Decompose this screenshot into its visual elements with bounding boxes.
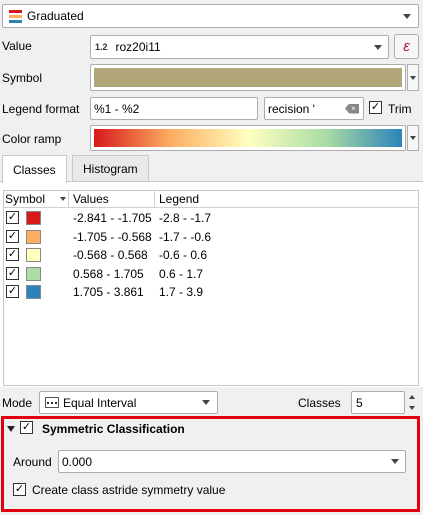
- column-separator: [68, 191, 69, 208]
- legend-format-value: %1 - %2: [94, 101, 140, 116]
- symmetric-title: Symmetric Classification: [42, 422, 185, 436]
- tab-classes[interactable]: Classes: [2, 155, 67, 183]
- class-color-swatch[interactable]: [26, 211, 41, 225]
- class-color-swatch[interactable]: [26, 229, 41, 244]
- mode-combo[interactable]: Equal Interval: [39, 391, 218, 414]
- value-field-name: roz20i11: [115, 40, 161, 54]
- tab-classes-label: Classes: [13, 162, 56, 177]
- chevron-down-icon: [385, 451, 405, 472]
- symmetric-checkbox[interactable]: ✓: [20, 421, 33, 434]
- header-values[interactable]: Values: [73, 192, 109, 206]
- precision-text: recision ': [268, 101, 315, 116]
- table-row[interactable]: ✓ 1.705 - 3.861 1.7 - 3.9: [4, 283, 418, 301]
- around-label: Around: [13, 455, 52, 469]
- sort-chevron-icon: [60, 197, 66, 201]
- graduated-icon: [9, 9, 22, 23]
- class-legend: 1.7 - 3.9: [159, 285, 204, 299]
- header-symbol[interactable]: Symbol: [5, 192, 45, 206]
- symbol-color-swatch: [94, 68, 402, 87]
- chevron-down-icon: [409, 406, 415, 411]
- legend-format-label: Legend format: [2, 102, 80, 116]
- precision-spinbox[interactable]: recision ' ×: [264, 97, 364, 120]
- around-combo[interactable]: 0.000: [58, 450, 406, 473]
- symbol-dropdown-button[interactable]: [407, 64, 419, 91]
- expression-icon: ε: [403, 38, 410, 55]
- color-ramp-preview: [94, 129, 402, 147]
- trim-label: Trim: [388, 102, 412, 116]
- chevron-down-icon: [410, 136, 416, 140]
- chevron-up-icon: [409, 394, 415, 399]
- legend-format-input[interactable]: %1 - %2: [90, 97, 258, 120]
- clear-icon[interactable]: ×: [345, 103, 359, 114]
- tab-histogram[interactable]: Histogram: [72, 155, 149, 182]
- astride-checkbox[interactable]: ✓: [13, 483, 26, 496]
- check-icon[interactable]: ✓: [6, 248, 19, 261]
- mode-value: Equal Interval: [63, 395, 137, 410]
- class-legend: -1.7 - -0.6: [159, 229, 212, 244]
- check-icon[interactable]: ✓: [6, 229, 19, 243]
- around-value: 0.000: [62, 454, 93, 469]
- table-row[interactable]: ✓ -1.705 - -0.568 -1.7 - -0.6: [4, 228, 418, 246]
- class-color-swatch[interactable]: [26, 248, 41, 262]
- check-icon: ✓: [369, 101, 382, 114]
- class-values: 0.568 - 1.705: [73, 266, 144, 281]
- renderer-label: Graduated: [27, 9, 84, 23]
- chevron-down-icon: [195, 392, 217, 413]
- classes-count-value: 5: [356, 395, 363, 410]
- table-row[interactable]: ✓ -2.841 - -1.705 -2.8 - -1.7: [4, 209, 418, 227]
- expression-button[interactable]: ε: [394, 34, 419, 59]
- class-color-swatch[interactable]: [26, 285, 41, 299]
- renderer-combo[interactable]: Graduated: [2, 4, 419, 28]
- check-icon[interactable]: ✓: [6, 285, 19, 298]
- class-legend: -2.8 - -1.7: [159, 211, 212, 225]
- class-legend: -0.6 - 0.6: [159, 248, 208, 262]
- class-legend: 0.6 - 1.7: [159, 266, 204, 281]
- chevron-down-icon: [368, 36, 388, 58]
- column-separator: [154, 191, 155, 208]
- table-row[interactable]: ✓ -0.568 - 0.568 -0.6 - 0.6: [4, 246, 418, 264]
- class-values: -1.705 - -0.568: [73, 229, 152, 244]
- table-header: Symbol Values Legend: [4, 191, 418, 208]
- value-label: Value: [2, 39, 32, 53]
- class-values: 1.705 - 3.861: [73, 285, 144, 299]
- check-icon[interactable]: ✓: [6, 211, 19, 224]
- class-values: -0.568 - 0.568: [73, 248, 148, 262]
- classes-stepper[interactable]: [406, 391, 418, 414]
- color-ramp-button[interactable]: [90, 125, 406, 151]
- equal-interval-icon: [45, 397, 59, 408]
- trim-checkbox[interactable]: ✓: [369, 101, 382, 114]
- class-color-swatch[interactable]: [26, 266, 41, 281]
- symbol-button[interactable]: [90, 64, 406, 91]
- check-icon: ✓: [20, 421, 33, 434]
- color-ramp-label: Color ramp: [2, 132, 62, 146]
- chevron-down-icon: [396, 5, 418, 27]
- check-icon[interactable]: ✓: [6, 266, 19, 280]
- classes-count-label: Classes: [298, 396, 341, 410]
- symbol-label: Symbol: [2, 71, 43, 85]
- field-type-badge: 1.2: [95, 42, 108, 52]
- check-icon: ✓: [13, 483, 26, 496]
- header-legend[interactable]: Legend: [159, 192, 199, 206]
- tab-histogram-label: Histogram: [83, 162, 138, 176]
- color-ramp-dropdown-button[interactable]: [407, 125, 419, 151]
- value-field-combo[interactable]: 1.2 roz20i11: [90, 35, 389, 59]
- collapse-triangle-icon[interactable]: [7, 426, 15, 432]
- mode-label: Mode: [2, 396, 33, 410]
- class-values: -2.841 - -1.705: [73, 211, 152, 225]
- classes-spinbox[interactable]: 5: [351, 391, 405, 414]
- chevron-down-icon: [410, 75, 416, 80]
- astride-label: Create class astride symmetry value: [32, 483, 226, 497]
- table-row[interactable]: ✓ 0.568 - 1.705 0.6 - 1.7: [4, 265, 418, 283]
